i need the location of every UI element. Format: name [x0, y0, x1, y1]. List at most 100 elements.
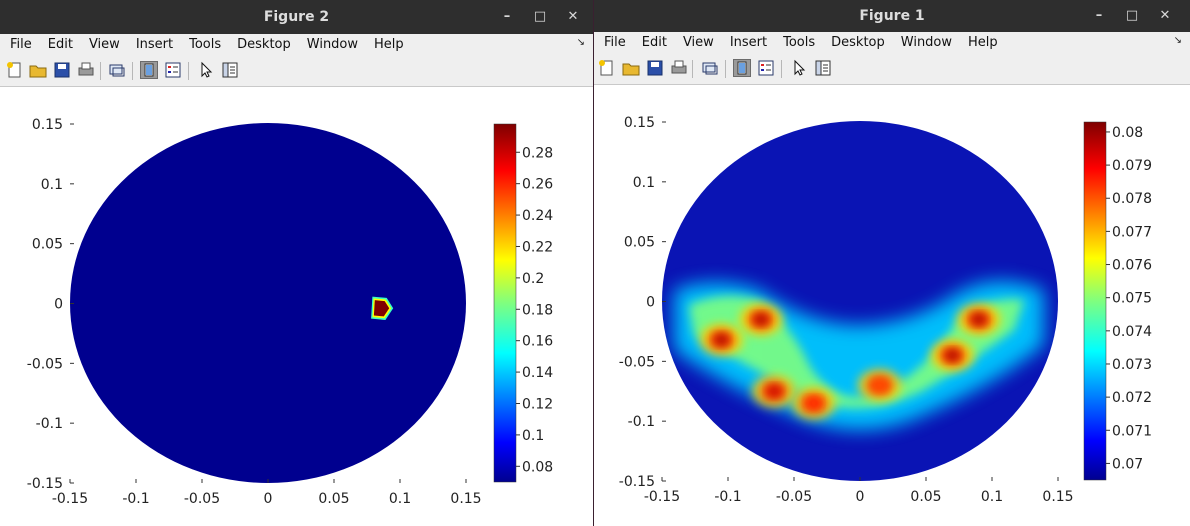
print-icon[interactable]: [670, 59, 688, 77]
new-figure-icon[interactable]: [598, 59, 616, 77]
hotspot-core: [715, 334, 728, 345]
maximize-button[interactable]: □: [1123, 7, 1141, 25]
property-editor-icon[interactable]: [221, 61, 239, 79]
y-tick-label: 0.15: [32, 117, 63, 133]
colorbar-tick-label: 0.079: [1112, 158, 1152, 174]
x-tick-label: 0.15: [450, 491, 481, 507]
open-file-icon[interactable]: [622, 59, 640, 77]
new-figure-icon[interactable]: [6, 61, 24, 79]
menu-file[interactable]: File: [594, 32, 634, 50]
x-tick-label: 0.05: [910, 489, 941, 505]
menu-desktop[interactable]: Desktop: [823, 32, 893, 50]
colorbar-tick-label: 0.24: [522, 208, 553, 224]
hotspot-core: [768, 386, 781, 397]
figure-toolbar: [0, 56, 593, 87]
y-tick-label: -0.15: [27, 476, 63, 492]
legend-toggle-icon[interactable]: [757, 59, 775, 77]
menu-file[interactable]: File: [0, 34, 40, 52]
menu-help[interactable]: Help: [366, 34, 412, 52]
colorbar: [1083, 121, 1107, 481]
colorbar-tick-label: 0.1: [522, 428, 544, 444]
x-tick-label: 0.05: [318, 491, 349, 507]
menu-view[interactable]: View: [81, 34, 128, 52]
save-icon[interactable]: [646, 59, 664, 77]
menu-help[interactable]: Help: [960, 32, 1006, 50]
colorbar-tick-label: 0.16: [522, 334, 553, 350]
plot-area: -0.15 -0.1 -0.05 0 0.05 0.1 0.15 0.15 0.1 0.05 0 -…: [594, 85, 1190, 526]
menu-view[interactable]: View: [675, 32, 722, 50]
menu-window[interactable]: Window: [893, 32, 960, 50]
menu-desktop[interactable]: Desktop: [229, 34, 299, 52]
hotspot-core: [946, 350, 959, 361]
y-tick-label: 0.1: [633, 175, 655, 191]
x-tick-label: -0.15: [644, 489, 680, 505]
minimize-button[interactable]: –: [1090, 7, 1108, 25]
menu-tools[interactable]: Tools: [775, 32, 823, 50]
title-bar[interactable]: Figure 2 – □ ✕: [0, 0, 593, 34]
x-tick-label: 0.1: [389, 491, 411, 507]
minimize-button[interactable]: –: [498, 8, 516, 26]
colorbar-tick-label: 0.28: [522, 145, 553, 161]
pointer-icon[interactable]: [197, 61, 215, 79]
colorbar-tick-label: 0.26: [522, 177, 553, 193]
link-plot-icon[interactable]: [108, 61, 126, 79]
menu-edit[interactable]: Edit: [634, 32, 675, 50]
colorbar-tick-label: 0.072: [1112, 390, 1152, 406]
y-tick-label: 0.05: [624, 235, 655, 251]
heatmap-plot: -0.15 -0.1 -0.05 0 0.05 0.1 0.15 0.15 0.1 0.05 0 -…: [27, 117, 553, 507]
y-tick-label: 0: [646, 295, 655, 311]
menu-tools[interactable]: Tools: [181, 34, 229, 52]
figure-toolbar: [594, 54, 1190, 85]
close-button[interactable]: ✕: [1156, 7, 1174, 25]
y-tick-label: -0.05: [619, 354, 655, 370]
plot-area: -0.15 -0.1 -0.05 0 0.05 0.1 0.15 0.15 0.1 0.05 0 -…: [0, 87, 593, 526]
disk-domain: [70, 123, 466, 483]
x-tick-label: 0.15: [1042, 489, 1073, 505]
colorbar-tick-label: 0.07: [1112, 456, 1143, 472]
hotspot-core: [972, 314, 985, 325]
y-tick-label: -0.1: [628, 414, 655, 430]
figure-2-window: Figure 2 – □ ✕ File Edit View Insert Tools De…: [0, 0, 593, 526]
colorbar: [493, 123, 517, 483]
save-icon[interactable]: [53, 61, 71, 79]
legend-toggle-icon[interactable]: [164, 61, 182, 79]
y-tick-label: -0.1: [36, 416, 63, 432]
close-button[interactable]: ✕: [564, 8, 582, 26]
colorbar-tick-label: 0.08: [1112, 125, 1143, 141]
figure-1-window: Figure 1 – □ ✕ File Edit View Insert Tools De…: [594, 0, 1190, 526]
menu-edit[interactable]: Edit: [40, 34, 81, 52]
colorbar-toggle-icon[interactable]: [140, 61, 158, 79]
colorbar-tick-label: 0.075: [1112, 291, 1152, 307]
undock-arrow-icon[interactable]: ↘: [577, 37, 585, 48]
title-bar[interactable]: Figure 1 – □ ✕: [594, 0, 1190, 32]
colorbar-tick-label: 0.08: [522, 459, 553, 475]
open-file-icon[interactable]: [29, 61, 47, 79]
property-editor-icon[interactable]: [814, 59, 832, 77]
colorbar-tick-label: 0.077: [1112, 224, 1152, 240]
maximize-button[interactable]: □: [531, 8, 549, 26]
hotspot-core: [807, 398, 820, 409]
y-tick-label: 0.15: [624, 115, 655, 131]
menu-insert[interactable]: Insert: [128, 34, 181, 52]
menu-insert[interactable]: Insert: [722, 32, 775, 50]
pointer-icon[interactable]: [790, 59, 808, 77]
hotspot-core: [873, 380, 886, 391]
colorbar-tick-label: 0.2: [522, 271, 544, 287]
x-tick-label: 0: [264, 491, 273, 507]
x-tick-label: -0.15: [52, 491, 88, 507]
y-tick-label: 0: [54, 297, 63, 313]
colorbar-toggle-icon[interactable]: [733, 59, 751, 77]
x-tick-label: 0.1: [981, 489, 1003, 505]
colorbar-tick-label: 0.12: [522, 396, 553, 412]
y-tick-label: -0.15: [619, 474, 655, 490]
print-icon[interactable]: [77, 61, 95, 79]
colorbar-tick-label: 0.071: [1112, 423, 1152, 439]
hotspot-core: [755, 314, 767, 325]
undock-arrow-icon[interactable]: ↘: [1174, 35, 1182, 46]
y-tick-label: -0.05: [27, 356, 63, 372]
colorbar-tick-label: 0.076: [1112, 258, 1152, 274]
menu-window[interactable]: Window: [299, 34, 366, 52]
colorbar-tick-label: 0.078: [1112, 191, 1152, 207]
y-tick-label: 0.1: [41, 177, 63, 193]
link-plot-icon[interactable]: [701, 59, 719, 77]
